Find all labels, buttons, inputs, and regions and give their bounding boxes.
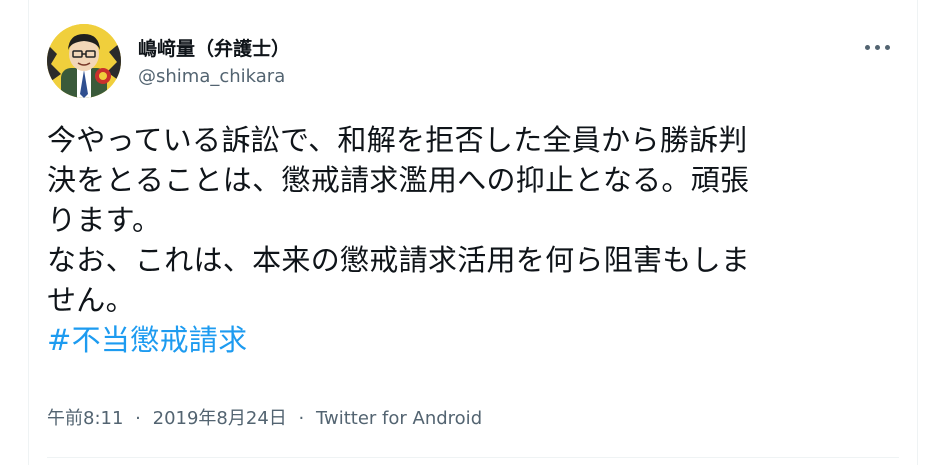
tweet-card: 嶋﨑量（弁護士） @shima_chikara 今やっている訴訟で、和解を拒否し…	[28, 0, 918, 465]
tweet-text-line: 今やっている訴訟で、和解を拒否した全員から勝訴判	[47, 123, 748, 157]
avatar-illustration-icon	[47, 24, 121, 98]
more-horizontal-icon	[885, 45, 890, 50]
tweet-time-link[interactable]: 午前8:11	[47, 408, 123, 429]
tweet-source-link[interactable]: Twitter for Android	[316, 408, 482, 429]
divider	[47, 457, 899, 458]
tweet-metadata: 午前8:11 · 2019年8月24日 · Twitter for Androi…	[47, 404, 482, 430]
tweet-text-line: なお、これは、本来の懲戒請求活用を何ら阻害もしま	[47, 243, 751, 277]
tweet-text: 今やっている訴訟で、和解を拒否した全員から勝訴判 決をとることは、懲戒請求濫用へ…	[47, 120, 887, 360]
hashtag-link[interactable]: #不当懲戒請求	[47, 320, 887, 360]
tweet-text-line: 決をとることは、懲戒請求濫用への抑止となる。頑張	[47, 163, 750, 197]
more-options-button[interactable]	[861, 34, 895, 60]
more-horizontal-icon	[865, 45, 870, 50]
tweet-date-link[interactable]: 2019年8月24日	[153, 408, 287, 429]
tweet-text-line: せん。	[47, 283, 135, 317]
avatar[interactable]	[47, 24, 121, 98]
meta-separator: ·	[298, 408, 305, 429]
more-horizontal-icon	[875, 45, 880, 50]
meta-separator: ·	[135, 408, 141, 429]
author-display-name[interactable]: 嶋﨑量（弁護士）	[138, 34, 290, 61]
tweet-text-line: ります。	[47, 203, 162, 237]
author-handle[interactable]: @shima_chikara	[138, 66, 285, 87]
